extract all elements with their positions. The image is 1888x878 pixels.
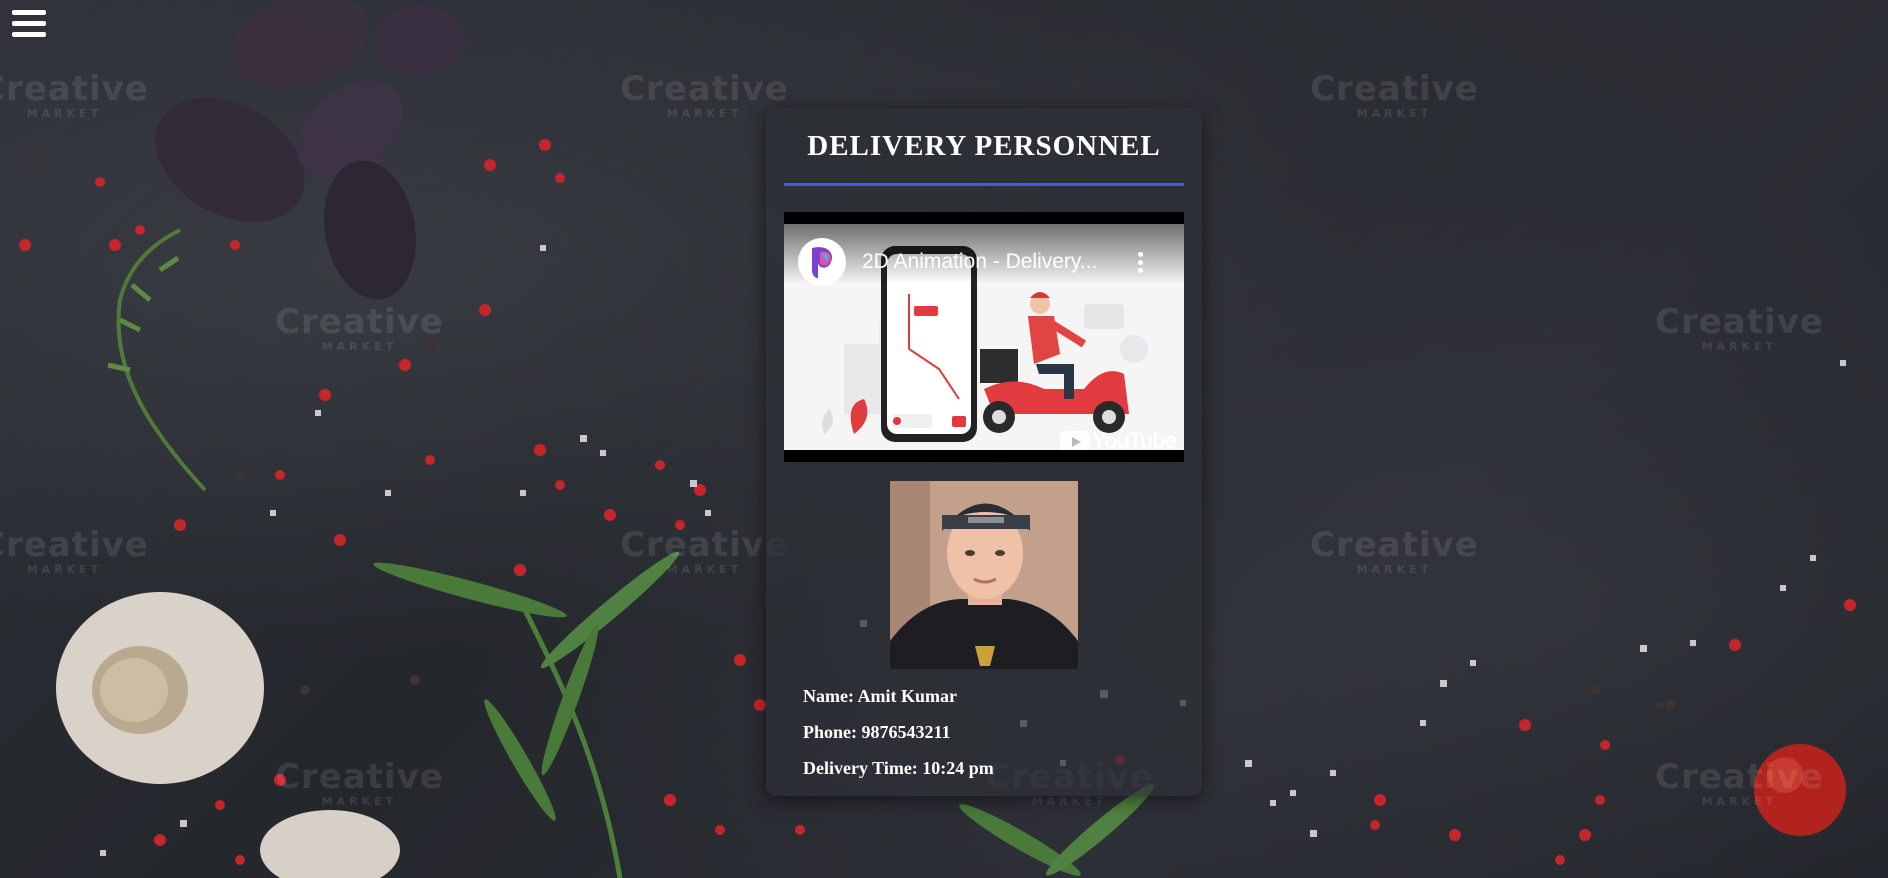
- personnel-phone: Phone: 9876543211: [803, 722, 951, 742]
- watermark: CreativeMARKET: [0, 525, 149, 576]
- watermark: CreativeMARKET: [0, 69, 149, 120]
- watermark: CreativeMARKET: [620, 525, 789, 576]
- delivery-personnel-card: DELIVERY PERSONNEL 2D Animation - Delive…: [766, 108, 1202, 796]
- embedded-video-player[interactable]: 2D Animation - Delivery... YouTube: [784, 212, 1184, 462]
- video-title[interactable]: 2D Animation - Delivery...: [862, 250, 1122, 274]
- watermark: CreativeMARKET: [620, 69, 789, 120]
- delivery-time: Delivery Time: 10:24 pm: [803, 758, 994, 778]
- hamburger-menu-icon[interactable]: [12, 10, 46, 42]
- watermark: CreativeMARKET: [1655, 757, 1824, 808]
- title-divider: [784, 183, 1184, 186]
- video-thumbnail: 2D Animation - Delivery... YouTube: [784, 224, 1184, 450]
- card-title: DELIVERY PERSONNEL: [807, 130, 1161, 162]
- watermark: CreativeMARKET: [275, 757, 444, 808]
- watermark: CreativeMARKET: [1310, 525, 1479, 576]
- person-portrait: [890, 481, 1078, 669]
- watermark: CreativeMARKET: [1655, 302, 1824, 353]
- watermark: CreativeMARKET: [275, 302, 444, 353]
- watermark: CreativeMARKET: [1310, 69, 1479, 120]
- youtube-logo[interactable]: YouTube: [1060, 428, 1177, 450]
- delivery-person-photo: [890, 481, 1078, 669]
- more-vertical-icon[interactable]: [1134, 252, 1146, 278]
- personnel-name: Name: Amit Kumar: [803, 686, 957, 706]
- channel-logo-icon[interactable]: [798, 238, 846, 286]
